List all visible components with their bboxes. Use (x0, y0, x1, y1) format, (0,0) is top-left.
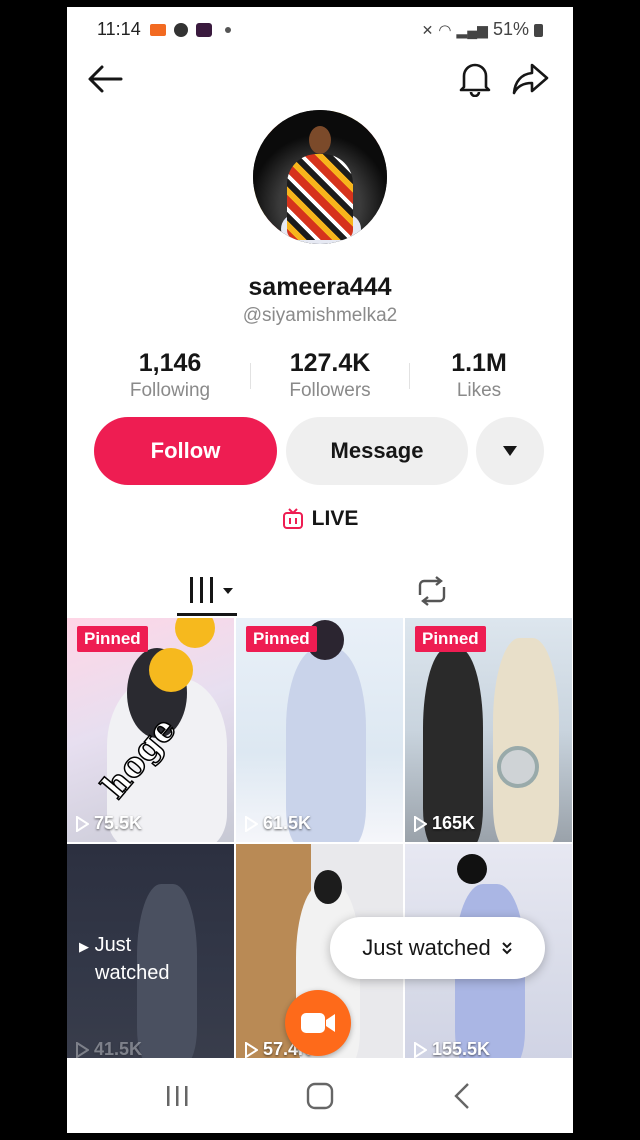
share-icon (512, 63, 549, 95)
live-label: LIVE (311, 507, 359, 530)
view-count: 41.5K (75, 1039, 142, 1060)
just-watched-label: Just watched (362, 935, 491, 960)
status-time: 11:14 (97, 19, 231, 40)
share-button[interactable] (509, 57, 553, 101)
message-button[interactable]: Message (286, 417, 468, 485)
view-count: 155.5K (413, 1039, 490, 1060)
battery-level: 51% (492, 19, 529, 39)
just-watched-button[interactable]: Just watched (330, 917, 545, 979)
profile-avatar[interactable] (253, 110, 387, 244)
video-tile[interactable]: Pinned 165K (405, 618, 572, 842)
user-handle: @siyamishmelka2 (242, 305, 398, 326)
likes-count: 1.1M (451, 349, 507, 377)
play-icon (76, 1041, 89, 1058)
video-camera-icon (301, 1013, 335, 1033)
repost-icon (418, 576, 446, 606)
emoji-sticker (175, 618, 215, 648)
double-chevron-down-icon (501, 942, 512, 955)
car-wheel (497, 746, 539, 788)
video-tile[interactable]: Pinned 61.5K (236, 618, 403, 842)
username: sameera444 (248, 273, 392, 301)
following-count: 1,146 (138, 349, 202, 377)
live-link[interactable]: LIVE (67, 507, 573, 531)
messenger-icon (173, 23, 188, 38)
pinned-badge: Pinned (77, 626, 148, 652)
likes-label: Likes (456, 380, 502, 401)
video-tile[interactable]: ▶ Just watched 41.5K (67, 844, 234, 1068)
content-tabs (67, 567, 573, 619)
stat-likes[interactable]: 1.1M Likes (409, 349, 549, 402)
mute-icon: ✕ (421, 21, 434, 38)
pinned-badge: Pinned (415, 626, 486, 652)
caret-down-icon (503, 446, 517, 456)
more-options-button[interactable] (476, 417, 544, 485)
just-watched-overlay: ▶ Just watched (79, 934, 170, 984)
system-back-icon[interactable] (453, 1082, 471, 1110)
following-label: Following (129, 380, 211, 401)
clock: 11:14 (97, 19, 141, 39)
pinned-badge: Pinned (246, 626, 317, 652)
battery-icon (534, 23, 543, 37)
home-icon[interactable] (306, 1082, 334, 1110)
live-tv-icon (282, 508, 303, 529)
camera-notification-icon (149, 24, 166, 37)
phone-screen: 11:14 ✕ ◠ ▂▄▆ 51% sameera444 @siyamishme… (67, 7, 573, 1133)
notification-bell-button[interactable] (453, 57, 497, 101)
record-button[interactable] (285, 990, 351, 1056)
play-icon (245, 1041, 258, 1058)
follow-button[interactable]: Follow (94, 417, 277, 485)
bell-icon (459, 63, 491, 97)
view-count: 75.5K (75, 813, 142, 834)
videos-grid-icon (190, 577, 233, 603)
recent-apps-icon[interactable] (165, 1084, 191, 1108)
status-right: ✕ ◠ ▂▄▆ 51% (422, 19, 543, 40)
tab-reposts[interactable] (414, 575, 450, 612)
play-icon (245, 815, 258, 832)
dot-icon (224, 27, 231, 34)
followers-label: Followers (289, 380, 371, 401)
play-icon (76, 815, 89, 832)
stat-followers[interactable]: 127.4K Followers (260, 349, 400, 402)
stat-following[interactable]: 1,146 Following (100, 349, 240, 402)
back-arrow-icon (88, 65, 123, 93)
active-tab-indicator (177, 613, 237, 616)
wifi-icon: ◠ (438, 22, 452, 40)
stat-divider (250, 363, 251, 389)
view-count: 61.5K (244, 813, 311, 834)
view-count: 165K (413, 813, 475, 834)
play-icon (414, 815, 427, 832)
tab-videos[interactable] (189, 575, 235, 610)
app-notification-icon (195, 23, 212, 38)
back-button[interactable] (83, 57, 127, 101)
play-icon (414, 1041, 427, 1058)
signal-icon: ▂▄▆ (456, 21, 488, 38)
system-navigation-bar (67, 1058, 573, 1133)
emoji-sticker (149, 648, 193, 692)
video-tile[interactable]: hoge Pinned 75.5K (67, 618, 234, 842)
followers-count: 127.4K (289, 349, 371, 377)
